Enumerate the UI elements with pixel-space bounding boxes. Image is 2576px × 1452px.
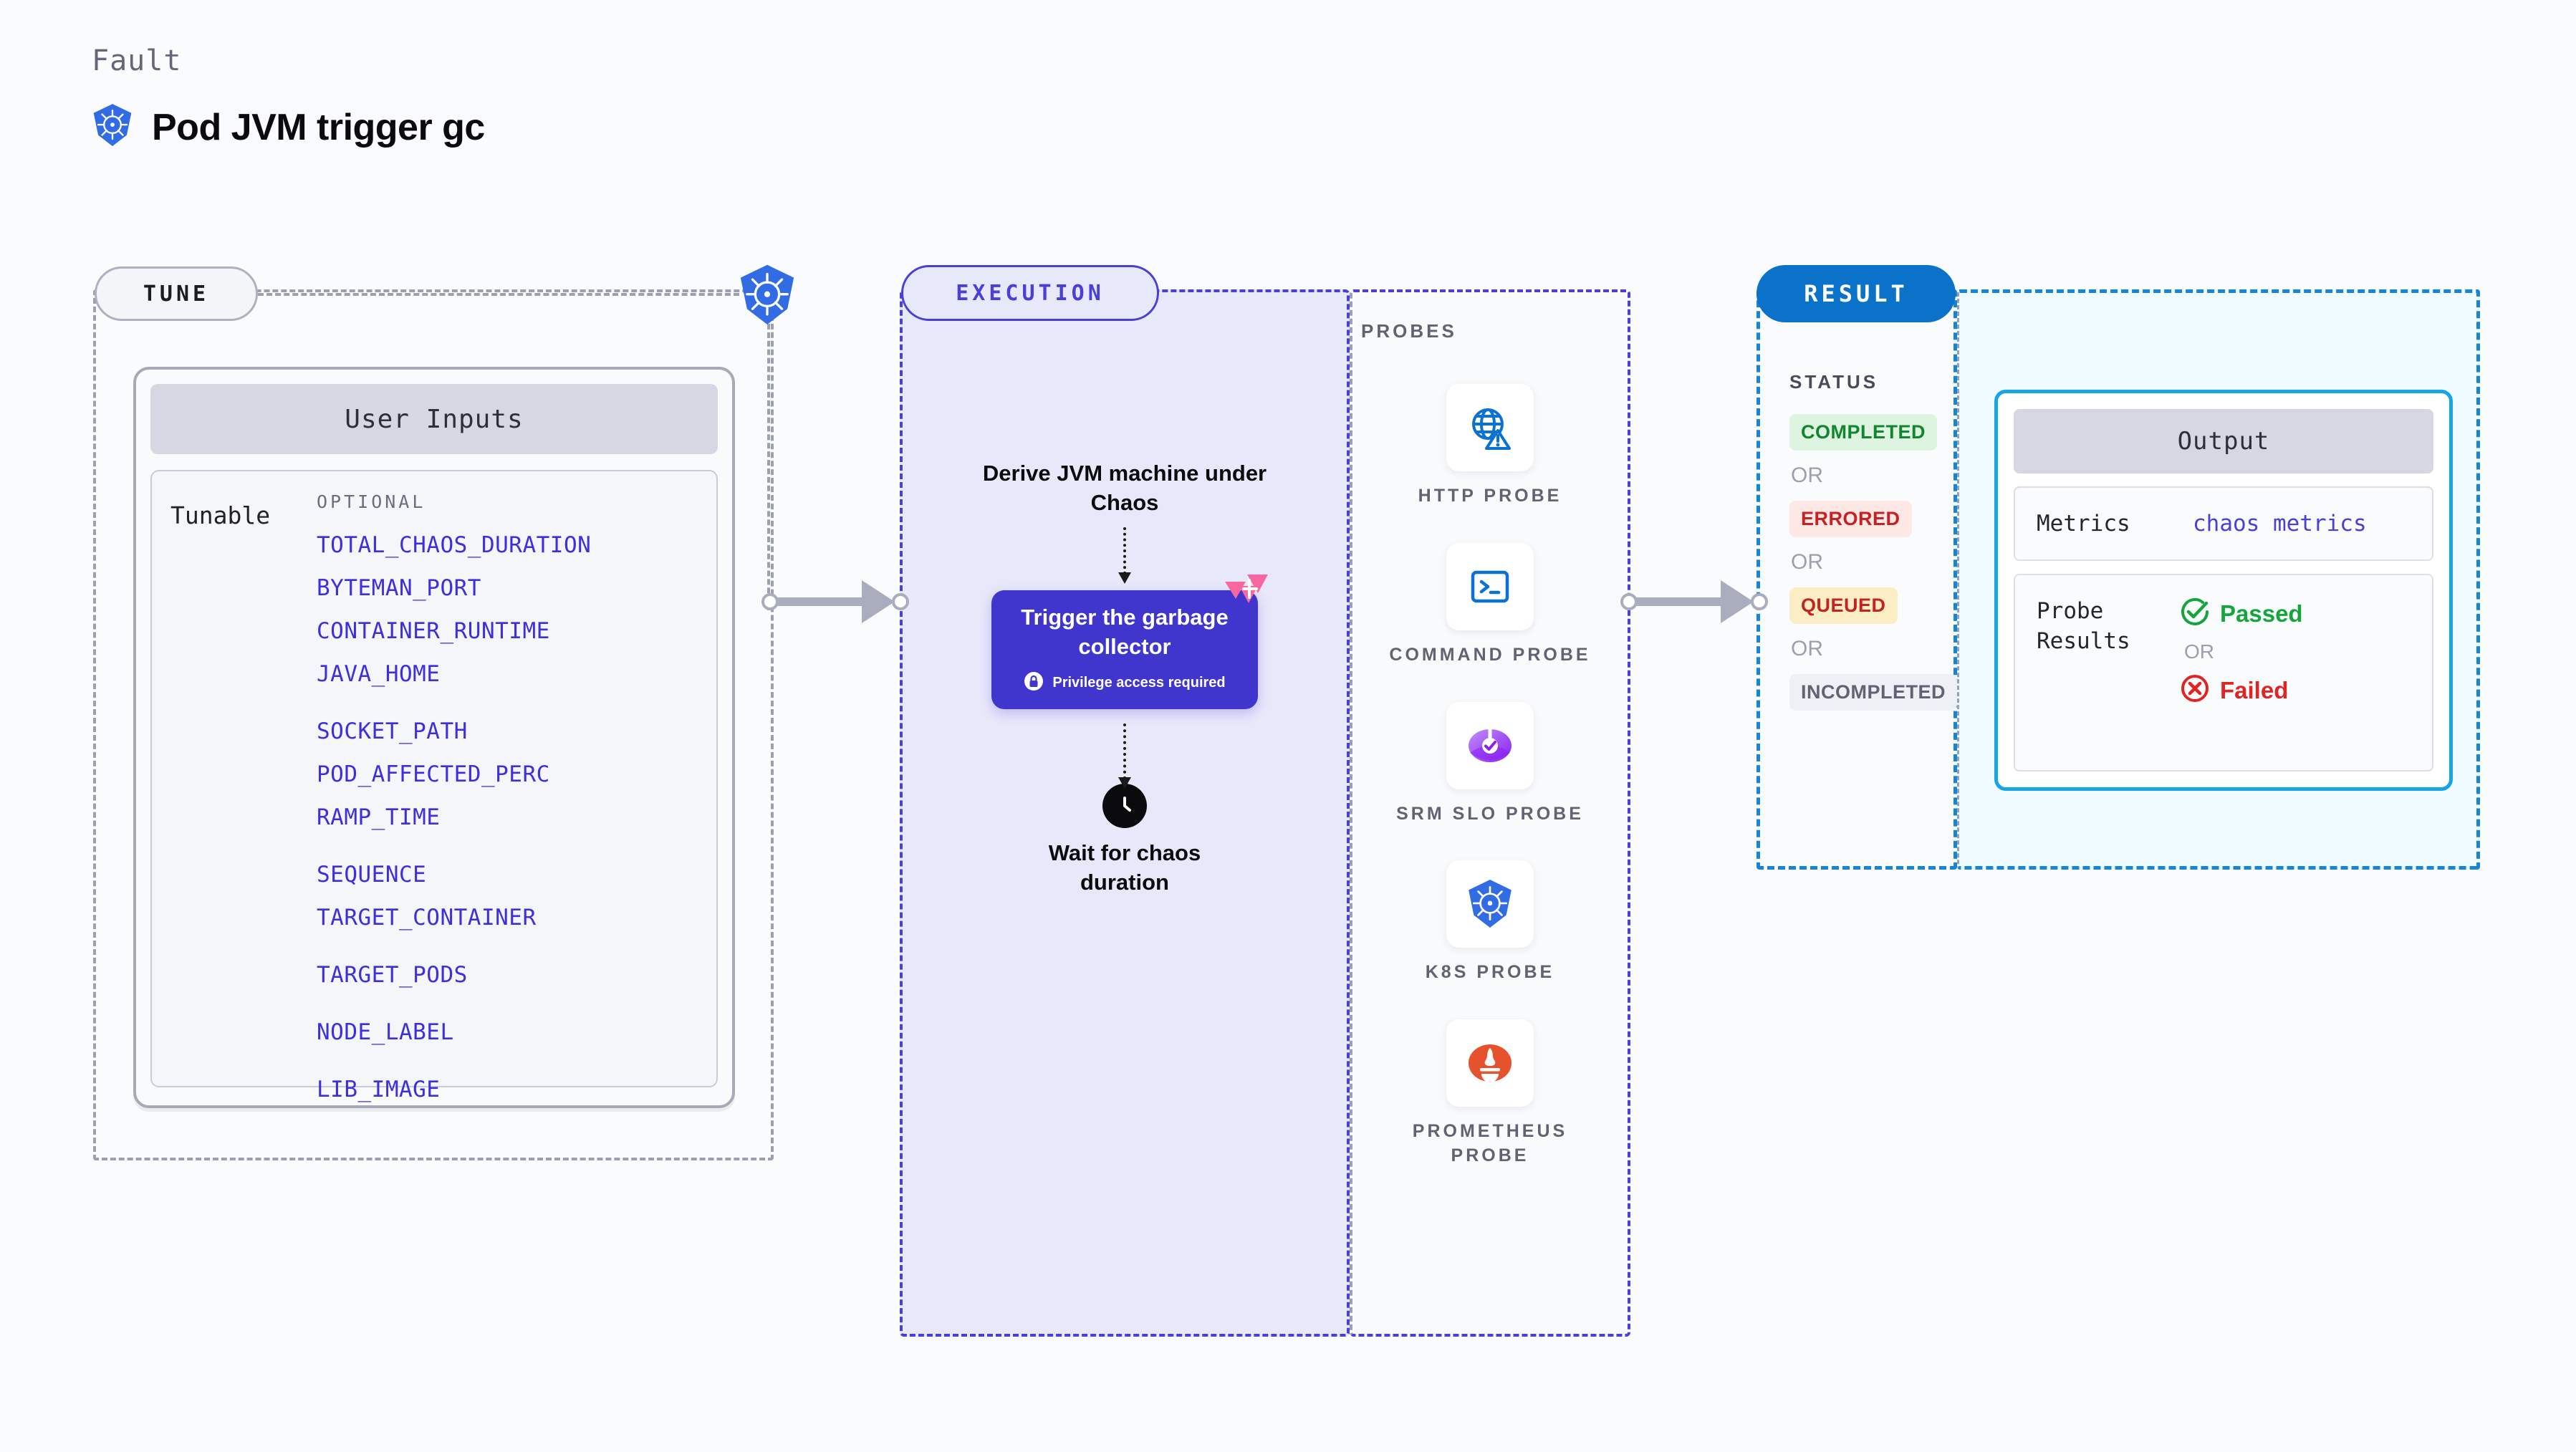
probe-result-failed: Failed bbox=[2180, 673, 2411, 707]
tunable-item[interactable]: TARGET_CONTAINER bbox=[317, 905, 716, 931]
tunable-list: OPTIONAL TOTAL_CHAOS_DURATION BYTEMAN_PO… bbox=[317, 491, 716, 1102]
probe-result-failed-label: Failed bbox=[2220, 676, 2289, 703]
metrics-key-label: Metrics bbox=[2037, 511, 2130, 537]
srm-slo-gauge-icon bbox=[1446, 701, 1534, 789]
probes-list: HTTP PROBE COMMAND PROBE SRM SLO PROBE K… bbox=[1350, 384, 1630, 1168]
status-or-label: OR bbox=[1791, 463, 1823, 487]
kubernetes-icon bbox=[1446, 860, 1534, 948]
lock-icon bbox=[1024, 671, 1044, 695]
probe-result-passed-label: Passed bbox=[2220, 600, 2303, 627]
tunable-item[interactable]: LIB_IMAGE bbox=[317, 1077, 716, 1102]
terminal-icon bbox=[1446, 542, 1534, 630]
connector-execution-to-result bbox=[1620, 580, 1778, 623]
execution-stage-pill[interactable]: EXECUTION bbox=[901, 265, 1159, 321]
probe-item-prometheus[interactable]: PROMETHEUS PROBE bbox=[1383, 1019, 1597, 1168]
probe-label: PROMETHEUS PROBE bbox=[1412, 1121, 1568, 1165]
output-card: Output Metrics chaos metrics Probe Resul… bbox=[1994, 390, 2453, 791]
connector-arrowhead-icon bbox=[862, 580, 895, 623]
tunable-item[interactable]: JAVA_HOME bbox=[317, 661, 716, 687]
probe-item-command[interactable]: COMMAND PROBE bbox=[1383, 542, 1597, 668]
connector-endpoint-dot bbox=[1620, 593, 1638, 610]
connector-endpoint-dot bbox=[892, 593, 909, 610]
probe-result-or-label: OR bbox=[2184, 640, 2214, 663]
probe-item-srm-slo[interactable]: SRM SLO PROBE bbox=[1383, 701, 1597, 827]
connector-endpoint-dot bbox=[761, 593, 779, 610]
privilege-note-label: Privilege access required bbox=[1052, 675, 1226, 691]
fault-eyebrow-label: Fault bbox=[92, 44, 182, 77]
tunable-item[interactable]: RAMP_TIME bbox=[317, 804, 716, 830]
chaos-flag-badge-icon bbox=[1225, 573, 1269, 612]
output-card-title: Output bbox=[2014, 409, 2433, 473]
flow-arrow-icon bbox=[1118, 723, 1131, 789]
kubernetes-icon bbox=[92, 103, 133, 151]
tune-stage-pill[interactable]: TUNE bbox=[95, 266, 258, 321]
tunable-item[interactable]: CONTAINER_RUNTIME bbox=[317, 618, 716, 644]
connector-tune-to-execution bbox=[761, 580, 919, 623]
probe-label: COMMAND PROBE bbox=[1389, 644, 1591, 665]
status-list: COMPLETED OR ERRORED OR QUEUED OR INCOMP… bbox=[1789, 414, 1961, 711]
tune-connector-dash-vertical bbox=[767, 324, 770, 610]
tune-connector-dash-horizontal bbox=[258, 293, 739, 296]
trigger-gc-node[interactable]: Trigger the garbage collector Privilege … bbox=[991, 574, 1268, 710]
probes-section-label: PROBES bbox=[1361, 320, 1457, 342]
tunable-box: Tunable OPTIONAL TOTAL_CHAOS_DURATION BY… bbox=[150, 470, 718, 1102]
execution-flow: Derive JVM machine under Chaos Trigger t… bbox=[900, 458, 1350, 897]
tunable-label: Tunable bbox=[170, 501, 271, 529]
page-title: Pod JVM trigger gc bbox=[152, 106, 485, 148]
fault-title-row: Pod JVM trigger gc bbox=[92, 103, 485, 151]
metrics-value-link[interactable]: chaos metrics bbox=[2193, 511, 2367, 537]
connector-line bbox=[1633, 597, 1734, 606]
tunable-item[interactable]: BYTEMAN_PORT bbox=[317, 575, 716, 601]
status-badge: COMPLETED bbox=[1789, 414, 1938, 451]
status-badge: ERRORED bbox=[1789, 501, 1912, 537]
status-badge: INCOMPLETED bbox=[1789, 674, 1958, 711]
status-badge: QUEUED bbox=[1789, 587, 1898, 624]
metrics-row: Metrics chaos metrics bbox=[2014, 486, 2433, 561]
wait-step-label: Wait for chaos duration bbox=[1048, 840, 1201, 895]
derive-step-label: Derive JVM machine under Chaos bbox=[982, 461, 1267, 516]
tunable-item[interactable]: POD_AFFECTED_PERC bbox=[317, 761, 716, 787]
connector-line bbox=[774, 597, 875, 606]
prometheus-icon bbox=[1446, 1019, 1534, 1107]
probe-result-passed: Passed bbox=[2180, 597, 2411, 630]
result-stage-pill[interactable]: RESULT bbox=[1756, 265, 1956, 322]
status-or-label: OR bbox=[1791, 550, 1823, 574]
probe-results-row: Probe Results Passed OR Failed bbox=[2014, 574, 2433, 771]
status-or-label: OR bbox=[1791, 637, 1823, 660]
probe-item-k8s[interactable]: K8S PROBE bbox=[1383, 860, 1597, 985]
user-inputs-title: User Inputs bbox=[150, 384, 718, 454]
tunable-item[interactable]: TARGET_PODS bbox=[317, 962, 716, 988]
connector-endpoint-dot bbox=[1751, 593, 1768, 610]
probe-item-http[interactable]: HTTP PROBE bbox=[1383, 384, 1597, 509]
check-circle-icon bbox=[2180, 597, 2210, 630]
flow-arrow-icon bbox=[1118, 527, 1131, 585]
user-inputs-card: User Inputs Tunable OPTIONAL TOTAL_CHAOS… bbox=[133, 367, 735, 1108]
tunable-item[interactable]: SOCKET_PATH bbox=[317, 718, 716, 744]
privilege-note-row: Privilege access required bbox=[1024, 671, 1226, 695]
tunable-item[interactable]: TOTAL_CHAOS_DURATION bbox=[317, 532, 716, 558]
probe-label: HTTP PROBE bbox=[1418, 486, 1562, 506]
probe-results-key-label: Probe Results bbox=[2037, 598, 2130, 654]
x-circle-icon bbox=[2180, 673, 2210, 707]
probe-label: K8S PROBE bbox=[1425, 962, 1555, 983]
status-section-label: STATUS bbox=[1789, 371, 1879, 393]
optional-label: OPTIONAL bbox=[317, 491, 426, 512]
probe-results-values: Passed OR Failed bbox=[2180, 597, 2411, 749]
page-header: Fault Pod JVM trigger gc bbox=[92, 44, 485, 151]
clock-icon bbox=[1102, 784, 1147, 829]
connector-arrowhead-icon bbox=[1721, 580, 1754, 623]
kubernetes-icon bbox=[738, 264, 797, 330]
tunable-item[interactable]: NODE_LABEL bbox=[317, 1019, 716, 1045]
tunable-item[interactable]: SEQUENCE bbox=[317, 862, 716, 888]
probe-label: SRM SLO PROBE bbox=[1396, 803, 1584, 824]
trigger-gc-title: Trigger the garbage collector bbox=[1021, 605, 1229, 659]
globe-alert-icon bbox=[1446, 384, 1534, 471]
